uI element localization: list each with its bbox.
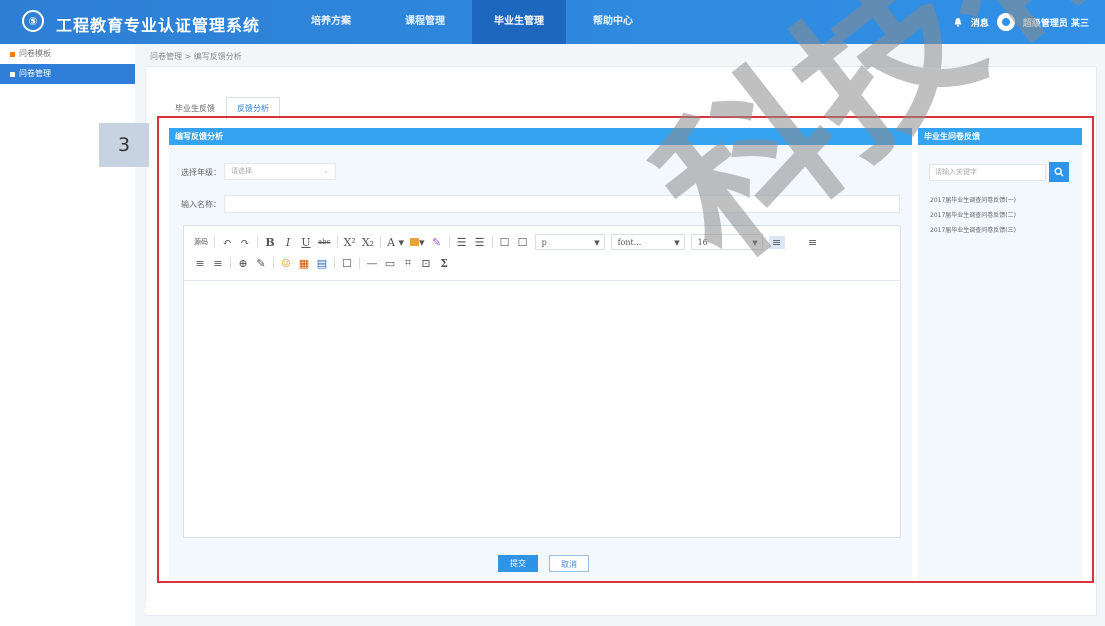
bullet-icon	[10, 51, 15, 57]
top-bar: ⑤ 工程教育专业认证管理系统 培养方案 课程管理 毕业生管理 帮助中心 消息 超…	[0, 0, 1105, 44]
app-title: 工程教育专业认证管理系统	[56, 16, 261, 35]
user-menu[interactable]: 超级管理员 某三	[1023, 16, 1089, 29]
nav-item-training-plan[interactable]: 培养方案	[284, 0, 378, 44]
bullet-icon	[10, 71, 15, 77]
bell-icon[interactable]	[953, 17, 963, 27]
nav-item-help-center[interactable]: 帮助中心	[566, 0, 660, 44]
header-actions: 消息 超级管理员 某三	[953, 0, 1089, 44]
nav-item-course-management[interactable]: 课程管理	[378, 0, 472, 44]
sidebar-item-questionnaire-template[interactable]: 问卷模板	[0, 44, 135, 64]
sidebar-item-label: 问卷管理	[19, 69, 51, 78]
messages-link[interactable]: 消息	[971, 16, 989, 29]
breadcrumb: 问卷管理 > 编写反馈分析	[150, 52, 242, 61]
main-nav: 培养方案 课程管理 毕业生管理 帮助中心	[284, 0, 660, 44]
avatar[interactable]	[996, 13, 1015, 31]
content-footer	[145, 604, 1095, 614]
logo-icon: ⑤	[22, 10, 44, 32]
sidebar-item-label: 问卷模板	[19, 49, 51, 58]
sidebar-item-questionnaire-management[interactable]: 问卷管理	[0, 64, 135, 84]
step-annotation: 3	[99, 123, 149, 167]
highlight-frame	[157, 116, 1094, 583]
nav-item-graduate-management[interactable]: 毕业生管理	[472, 0, 566, 44]
